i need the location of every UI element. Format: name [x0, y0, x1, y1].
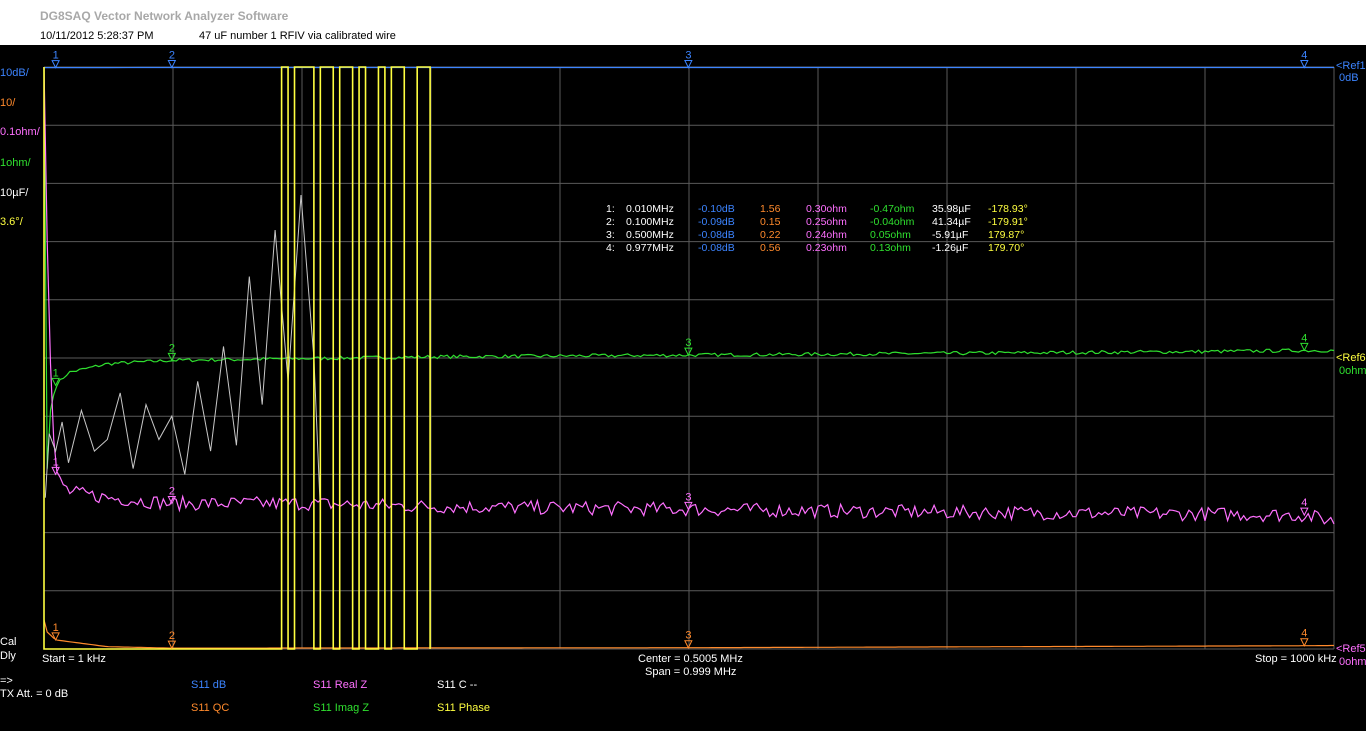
marker-qc: 1.56: [760, 203, 781, 215]
ref-bottom-label: <Ref5: [1336, 643, 1366, 655]
ref1-label: <Ref1: [1336, 60, 1366, 72]
marker-triangle: [684, 640, 693, 649]
marker-phase: -178.93°: [988, 203, 1028, 215]
marker-number: 1: [53, 622, 59, 634]
marker-number: 4: [1301, 628, 1307, 640]
marker-id: 2:: [606, 216, 615, 228]
scale-label-imagz: 1ohm/: [0, 157, 31, 169]
marker-row: 2: 0.100MHz -0.09dB 0.15 0.25ohm -0.04oh…: [606, 216, 1048, 229]
legend-s11-db[interactable]: S11 dB: [191, 679, 226, 691]
ref-mid-value: 0ohm: [1339, 365, 1366, 377]
marker-db: -0.09dB: [698, 216, 735, 228]
center-frequency[interactable]: Center = 0.5005 MHz: [638, 653, 743, 665]
marker-triangle: [1299, 59, 1309, 69]
marker-number: 4: [1301, 49, 1307, 61]
marker-number: 3: [685, 49, 691, 61]
marker-freq: 0.100MHz: [626, 216, 674, 228]
marker-row: 1: 0.010MHz -0.10dB 1.56 0.30ohm -0.47oh…: [606, 203, 1048, 216]
arrow-label: =>: [0, 675, 13, 687]
ref-bottom-value: 0ohm: [1339, 656, 1366, 668]
start-frequency[interactable]: Start = 1 kHz: [42, 653, 106, 665]
trace-s11-capacitance: [44, 194, 321, 510]
marker-triangle: [51, 632, 60, 642]
marker-phase: -179.91°: [988, 216, 1028, 228]
marker-triangle: [1299, 507, 1309, 517]
marker-number: 2: [169, 50, 175, 62]
marker-row: 3: 0.500MHz -0.08dB 0.22 0.24ohm 0.05ohm…: [606, 229, 1048, 242]
marker-cap: 35.98µF: [932, 203, 971, 215]
legend-s11-realz[interactable]: S11 Real Z: [313, 679, 367, 691]
marker-qc: 0.22: [760, 229, 781, 241]
marker-number: 4: [1301, 332, 1307, 344]
marker-realz: 0.23ohm: [806, 242, 847, 254]
marker-freq: 0.500MHz: [626, 229, 674, 241]
marker-realz: 0.25ohm: [806, 216, 847, 228]
marker-phase: 179.87°: [988, 229, 1025, 241]
marker-number: 3: [685, 337, 691, 349]
vna-plot[interactable]: 1 1 1 1 2 2 2 2 3 3 3 3 4 4 4 4: [0, 45, 1366, 665]
marker-phase: 179.70°: [988, 242, 1025, 254]
marker-db: -0.08dB: [698, 242, 735, 254]
marker-number: 4: [1301, 497, 1307, 509]
ref-mid-label: <Ref6: [1336, 352, 1366, 364]
marker-cap: 41.34µF: [932, 216, 971, 228]
scale-label-cap: 10µF/: [0, 187, 29, 199]
marker-db: -0.10dB: [698, 203, 735, 215]
marker-imagz: 0.13ohm: [870, 242, 911, 254]
marker-freq: 0.977MHz: [626, 242, 674, 254]
marker-cap: -5.91µF: [932, 229, 969, 241]
stop-frequency[interactable]: Stop = 1000 kHz: [1255, 653, 1337, 665]
marker-realz: 0.24ohm: [806, 229, 847, 241]
span-frequency[interactable]: Span = 0.999 MHz: [645, 666, 736, 678]
marker-imagz: 0.05ohm: [870, 229, 911, 241]
marker-number: 2: [169, 486, 175, 498]
legend-s11-imagz[interactable]: S11 Imag Z: [313, 702, 369, 714]
scale-label-db: 10dB/: [0, 67, 29, 79]
scale-label-phase: 3.6°/: [0, 216, 23, 228]
marker-triangle: [1299, 638, 1309, 647]
marker-number: 3: [685, 630, 691, 642]
marker-id: 1:: [606, 203, 615, 215]
marker-qc: 0.15: [760, 216, 781, 228]
marker-number: 3: [685, 491, 691, 503]
ref1-value: 0dB: [1339, 72, 1359, 84]
measurement-datetime: 10/11/2012 5:28:37 PM: [40, 30, 154, 42]
title-bar: DG8SAQ Vector Network Analyzer Software …: [0, 0, 1366, 45]
marker-realz: 0.30ohm: [806, 203, 847, 215]
marker-triangle: [167, 352, 177, 362]
marker-triangle: [167, 640, 177, 650]
legend-s11-phase[interactable]: S11 Phase: [437, 702, 490, 714]
marker-number: 2: [169, 342, 175, 354]
marker-number: 1: [53, 456, 59, 468]
marker-triangle: [684, 347, 693, 357]
marker-id: 4:: [606, 242, 615, 254]
marker-triangle: [684, 59, 693, 69]
marker-imagz: -0.47ohm: [870, 203, 915, 215]
measurement-comment: 47 uF number 1 RFIV via calibrated wire: [199, 30, 396, 42]
marker-readout: 1: 0.010MHz -0.10dB 1.56 0.30ohm -0.47oh…: [606, 203, 1048, 255]
cal-label: Cal: [0, 636, 17, 648]
marker-triangle: [684, 501, 693, 511]
marker-triangle: [167, 60, 177, 69]
app-title: DG8SAQ Vector Network Analyzer Software: [40, 9, 289, 23]
marker-db: -0.08dB: [698, 229, 735, 241]
scale-label-qc: 10/: [0, 97, 16, 109]
scale-label-realz: 0.1ohm/: [0, 126, 40, 138]
tx-attenuation[interactable]: TX Att. = 0 dB: [0, 688, 68, 700]
marker-freq: 0.010MHz: [626, 203, 674, 215]
marker-row: 4: 0.977MHz -0.08dB 0.56 0.23ohm 0.13ohm…: [606, 242, 1048, 255]
marker-number: 2: [169, 630, 175, 642]
marker-imagz: -0.04ohm: [870, 216, 915, 228]
marker-qc: 0.56: [760, 242, 781, 254]
marker-cap: -1.26µF: [932, 242, 969, 254]
marker-number: 1: [53, 50, 59, 62]
marker-number: 1: [53, 367, 59, 379]
marker-id: 3:: [606, 229, 615, 241]
dly-label: Dly: [0, 650, 16, 662]
marker-triangle: [1299, 342, 1309, 352]
legend-s11-cap[interactable]: S11 C --: [437, 679, 477, 691]
legend-s11-qc[interactable]: S11 QC: [191, 702, 229, 714]
